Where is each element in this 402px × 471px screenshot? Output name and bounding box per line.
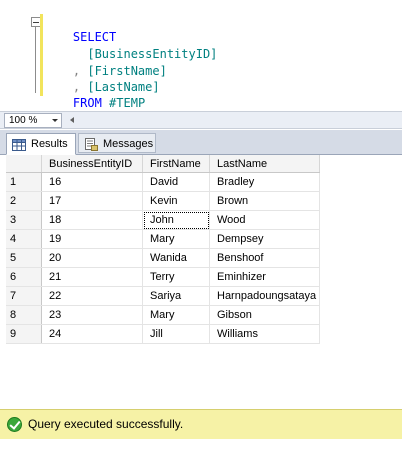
row-number[interactable]: 6 (6, 267, 42, 287)
grid-cell[interactable]: Harnpadoungsataya (209, 286, 320, 306)
grid-cell[interactable]: Wanida (142, 248, 210, 268)
grid-cell[interactable]: 20 (41, 248, 143, 268)
chevron-down-icon[interactable] (52, 119, 58, 122)
table-row: 3 18 John Wood (6, 210, 320, 230)
success-check-icon (7, 417, 22, 432)
column-header[interactable]: FirstName (142, 155, 210, 173)
grid-cell[interactable]: Benshoof (209, 248, 320, 268)
table-row: 9 24 Jill Williams (6, 324, 320, 344)
grid-cell[interactable]: 23 (41, 305, 143, 325)
grid-cell[interactable]: Kevin (142, 191, 210, 211)
row-number[interactable]: 3 (6, 210, 42, 230)
table-row: 1 16 David Bradley (6, 172, 320, 192)
row-number[interactable]: 2 (6, 191, 42, 211)
tab-messages[interactable]: Messages (78, 133, 156, 153)
table-row: 8 23 Mary Gibson (6, 305, 320, 325)
grid-cell[interactable]: 19 (41, 229, 143, 249)
table-header-row: BusinessEntityID FirstName LastName (6, 155, 320, 173)
grid-cell[interactable]: Terry (142, 267, 210, 287)
grid-cell[interactable]: Mary (142, 305, 210, 325)
grid-cell[interactable]: Gibson (209, 305, 320, 325)
grid-cell[interactable]: Dempsey (209, 229, 320, 249)
column-header[interactable]: LastName (209, 155, 320, 173)
sql-keyword: FROM (72, 96, 102, 110)
table-row: 4 19 Mary Dempsey (6, 229, 320, 249)
row-number[interactable]: 9 (6, 324, 42, 344)
outline-fold-line (35, 27, 36, 93)
grid-cell[interactable]: 22 (41, 286, 143, 306)
grid-cell[interactable]: 16 (41, 172, 143, 192)
table-row: 6 21 Terry Eminhizer (6, 267, 320, 287)
grid-cell[interactable]: 24 (41, 324, 143, 344)
sql-punctuation (102, 96, 109, 110)
bottom-blank-area (0, 439, 402, 471)
tab-label: Results (31, 138, 68, 150)
results-table: BusinessEntityID FirstName LastName 1 16… (6, 155, 320, 344)
grid-cell[interactable]: David (142, 172, 210, 192)
grid-cell[interactable]: 18 (41, 210, 143, 230)
grid-cell[interactable]: Mary (142, 229, 210, 249)
grid-cell[interactable]: Sariya (142, 286, 210, 306)
grid-cell[interactable]: 17 (41, 191, 143, 211)
grid-cell[interactable]: Jill (142, 324, 210, 344)
column-header[interactable]: BusinessEntityID (41, 155, 143, 173)
grid-cell[interactable]: Wood (209, 210, 320, 230)
grid-cell[interactable]: Brown (209, 191, 320, 211)
sql-editor[interactable]: SELECT [BusinessEntityID] , [FirstName] … (0, 0, 402, 110)
row-number[interactable]: 7 (6, 286, 42, 306)
results-tab-strip: Results Messages (0, 130, 402, 155)
zoom-dropdown[interactable]: 100 % (4, 113, 62, 128)
grid-cell[interactable]: Eminhizer (209, 267, 320, 287)
table-row: 7 22 Sariya Harnpadoungsataya (6, 286, 320, 306)
change-tracking-bar (40, 14, 43, 96)
status-message: Query executed successfully. (28, 417, 184, 431)
row-number[interactable]: 4 (6, 229, 42, 249)
row-number[interactable]: 1 (6, 172, 42, 192)
query-status-bar: Query executed successfully. (0, 409, 402, 439)
row-header-corner[interactable] (6, 155, 42, 173)
zoom-value: 100 % (9, 115, 38, 126)
grid-cell[interactable]: 21 (41, 267, 143, 287)
results-grid[interactable]: BusinessEntityID FirstName LastName 1 16… (0, 155, 402, 408)
editor-zoom-bar: 100 % (0, 111, 402, 129)
grid-cell[interactable]: Williams (209, 324, 320, 344)
tab-label: Messages (103, 138, 154, 150)
table-row: 5 20 Wanida Benshoof (6, 248, 320, 268)
row-number[interactable]: 5 (6, 248, 42, 268)
table-row: 2 17 Kevin Brown (6, 191, 320, 211)
tab-results[interactable]: Results (6, 133, 76, 155)
scroll-left-icon[interactable] (70, 117, 74, 123)
grid-cell[interactable]: Bradley (209, 172, 320, 192)
row-number[interactable]: 8 (6, 305, 42, 325)
selected-grid-cell[interactable]: John (142, 210, 210, 230)
sql-identifier: #TEMP (109, 96, 146, 110)
